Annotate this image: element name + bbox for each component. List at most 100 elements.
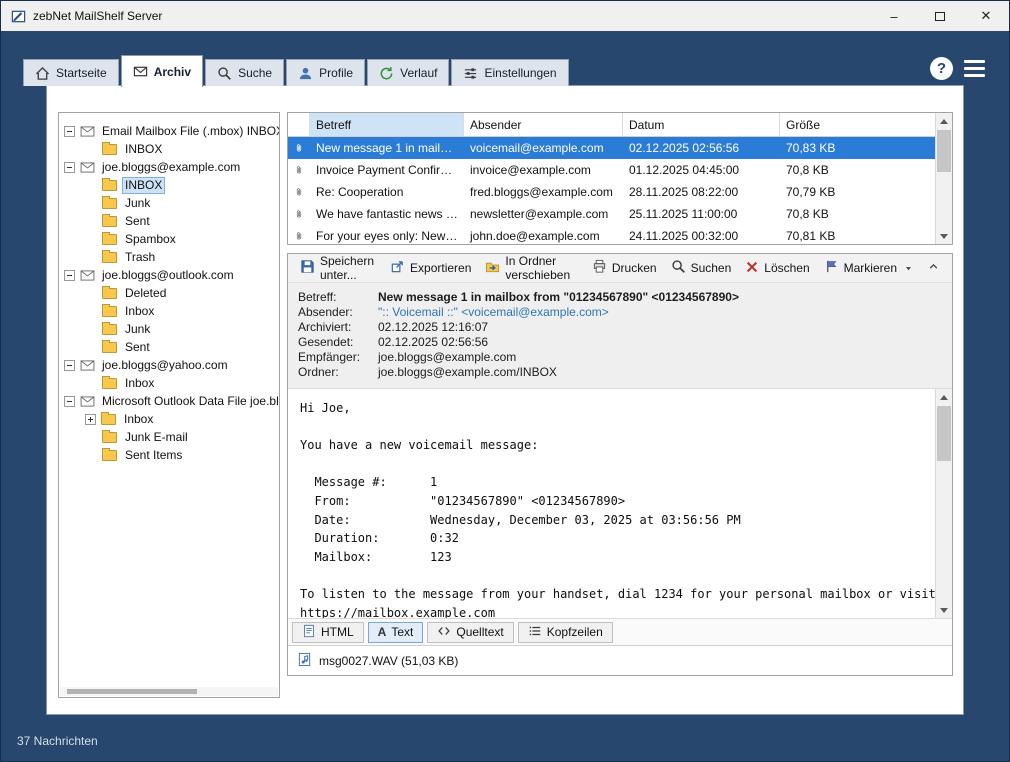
code-icon [437,624,451,641]
tree-item-folder[interactable]: Trash [59,248,279,266]
tree-item-folder[interactable]: Junk E-mail [59,428,279,446]
message-sender: newsletter@example.com [464,207,623,221]
message-body[interactable]: Hi Joe, You have a new voicemail message… [288,389,935,618]
tree-item-folder[interactable]: Sent [59,338,279,356]
size-column-header[interactable]: Größe [780,113,935,136]
attachment-name[interactable]: msg0027.WAV (51,03 KB) [319,654,458,668]
tab-verlauf[interactable]: Verlauf [367,59,449,86]
sent-field-label: Gesendet: [298,335,378,350]
maximize-icon [935,12,945,21]
scroll-down-icon[interactable] [936,228,952,244]
view-tab-kopfzeilen[interactable]: Kopfzeilen [518,622,613,643]
message-row-selected[interactable]: New message 1 in mailbox ... voicemail@e… [288,137,935,159]
collapse-expander-icon[interactable] [64,396,75,407]
message-date: 25.11.2025 11:00:00 [623,207,780,221]
collapse-icon [927,260,940,276]
mailbox-icon [80,162,95,173]
help-button[interactable]: ? [930,57,953,80]
date-column-header[interactable]: Datum [623,113,780,136]
message-size: 70,8 KB [780,163,935,177]
mailbox-icon [80,396,95,407]
export-button[interactable]: Exportieren [383,255,478,281]
view-tab-quelltext[interactable]: Quelltext [427,622,513,643]
view-mode-tabs: HTML A Text Quelltext Kopfzeilen [288,618,952,645]
collapse-expander-icon[interactable] [64,360,75,371]
tree-item-yahoo-account[interactable]: joe.bloggs@yahoo.com [59,356,279,374]
minimize-button[interactable]: – [871,1,917,31]
maximize-button[interactable] [917,1,963,31]
folder-icon [102,234,117,245]
collapse-expander-icon[interactable] [64,162,75,173]
tree-item-folder[interactable]: INBOX [59,140,279,158]
scrollbar-thumb[interactable] [937,130,951,172]
tab-suche[interactable]: Suche [205,59,284,86]
tree-item-folder[interactable]: Inbox [59,410,279,428]
view-tab-html[interactable]: HTML [292,622,364,643]
nav-tab-strip: Startseite Archiv Suche Profile Verlauf … [23,54,571,86]
tree-item-label: joe.bloggs@yahoo.com [100,358,230,373]
tree-item-example-account[interactable]: joe.bloggs@example.com [59,158,279,176]
tree-horizontal-scrollbar[interactable] [60,687,278,696]
mailbox-icon [80,270,95,281]
scroll-down-icon[interactable] [936,602,952,618]
help-icon: ? [937,60,946,77]
tree-item-outlook-account[interactable]: joe.bloggs@outlook.com [59,266,279,284]
scroll-up-icon[interactable] [936,389,952,405]
tree-item-folder[interactable]: Spambox [59,230,279,248]
folder-field-value: joe.bloggs@example.com/INBOX [378,365,557,380]
move-to-folder-icon [485,259,500,277]
tab-profile[interactable]: Profile [286,59,365,86]
scrollbar-thumb[interactable] [937,406,951,461]
attachment-column-header[interactable] [288,113,310,136]
message-size: 70,83 KB [780,141,935,155]
save-as-button[interactable]: Speichern unter... [293,250,383,286]
expand-expander-icon[interactable] [85,414,96,425]
tree-item-folder[interactable]: Inbox [59,302,279,320]
message-row[interactable]: Re: Cooperation fred.bloggs@example.com … [288,181,935,203]
message-row[interactable]: For your eyes only: New ke... john.doe@e… [288,225,935,245]
search-button[interactable]: Suchen [664,255,739,281]
folder-tree: Email Mailbox File (.mbox) INBOX INBOX j… [58,112,280,698]
tree-item-label: Microsoft Outlook Data File joe.bl [100,394,280,409]
collapse-pane-button[interactable] [920,256,947,280]
print-icon [592,259,607,277]
close-button[interactable]: ✕ [963,1,1009,31]
delete-button[interactable]: Löschen [738,256,816,281]
tree-item-folder-selected[interactable]: INBOX [59,176,279,194]
tree-item-folder[interactable]: Junk [59,320,279,338]
menu-button[interactable] [964,60,985,77]
tab-startseite[interactable]: Startseite [23,59,119,86]
tree-item-mbox-account[interactable]: Email Mailbox File (.mbox) INBOX [59,122,279,140]
tree-item-folder[interactable]: Sent [59,212,279,230]
caret-down-icon [904,264,913,273]
message-date: 28.11.2025 08:22:00 [623,185,780,199]
sender-field-value[interactable]: ":: Voicemail ::" <voicemail@example.com… [378,305,609,320]
sender-column-header[interactable]: Absender [464,113,623,136]
tab-archiv[interactable]: Archiv [121,55,203,87]
menu-icon [964,60,985,63]
tree-item-pst-account[interactable]: Microsoft Outlook Data File joe.bl [59,392,279,410]
tree-item-folder[interactable]: Sent Items [59,446,279,464]
subject-column-header[interactable]: Betreff [310,113,464,136]
collapse-expander-icon[interactable] [64,126,75,137]
move-to-folder-button[interactable]: In Ordner verschieben [478,250,584,286]
message-row[interactable]: Invoice Payment Confirma... invoice@exam… [288,159,935,181]
message-list-scrollbar[interactable] [935,113,952,244]
mailbox-icon [80,126,95,137]
tree-item-folder[interactable]: Junk [59,194,279,212]
folder-icon [101,414,116,425]
view-tab-text[interactable]: A Text [368,622,424,643]
collapse-expander-icon[interactable] [64,270,75,281]
scrollbar-thumb[interactable] [67,689,197,694]
sent-field-value: 02.12.2025 02:56:56 [378,335,488,350]
print-button[interactable]: Drucken [585,255,664,281]
tree-item-folder[interactable]: Inbox [59,374,279,392]
home-icon [35,66,50,81]
tab-einstellungen[interactable]: Einstellungen [451,59,568,86]
message-row[interactable]: We have fantastic news for... newsletter… [288,203,935,225]
scroll-up-icon[interactable] [936,113,952,129]
tree-item-folder[interactable]: Deleted [59,284,279,302]
message-body-scrollbar[interactable] [935,389,952,618]
paperclip-icon [288,163,310,177]
mark-button[interactable]: Markieren [817,255,920,281]
